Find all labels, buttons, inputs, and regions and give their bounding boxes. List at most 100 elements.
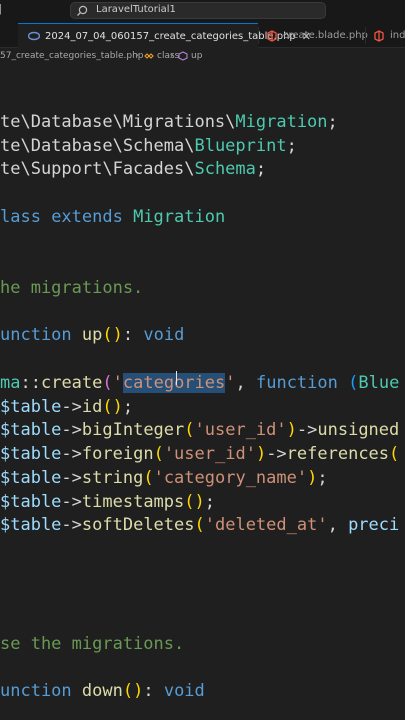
code-token: $table: [0, 444, 62, 464]
code-token: ->: [61, 420, 82, 440]
code-line: $table->string('category_name');: [0, 466, 328, 490]
code-token: references: [286, 444, 390, 464]
code-token: lass: [0, 207, 52, 227]
breadcrumb-file[interactable]: 57_create_categories_table.php: [0, 51, 143, 61]
text-cursor-icon: [176, 371, 184, 385]
code-token: Blueprint: [194, 136, 287, 156]
code-token: :: [122, 325, 144, 345]
breadcrumb-method[interactable]: up: [178, 51, 202, 61]
code-token: ,: [235, 373, 256, 393]
code-token: unsigned: [317, 420, 400, 440]
code-token: (: [102, 373, 113, 393]
code-token: (: [102, 325, 113, 345]
code-token: 'user_id': [163, 444, 256, 464]
code-token: (: [184, 420, 195, 440]
code-token: 'category_name': [153, 468, 308, 488]
chevron-right-icon: ›: [135, 50, 139, 61]
code-token: timestamps: [81, 492, 185, 512]
code-token: (: [153, 444, 164, 464]
code-token: create: [40, 373, 103, 393]
laravel-file-icon: [267, 29, 277, 42]
code-line: te\Support\Facades\Schema;: [0, 157, 266, 181]
code-token: ': [225, 373, 236, 393]
code-token: ': [112, 373, 123, 393]
code-line: $table->bigInteger('user_id')->unsigned: [0, 418, 399, 442]
code-token: ;: [286, 136, 297, 156]
code-token: 'user_id': [194, 420, 287, 440]
menu-edge[interactable]: ▏: [0, 4, 6, 16]
code-token: (: [348, 373, 359, 393]
code-token: string: [81, 468, 144, 488]
code-token: ): [133, 681, 144, 701]
breadcrumb-class[interactable]: class: [144, 51, 179, 61]
code-token: (: [194, 515, 205, 535]
code-token: preci: [348, 515, 400, 535]
workspace-name: LaravelTutorial1: [96, 4, 176, 15]
code-token: Blue: [358, 373, 400, 393]
breadcrumb-method-label: up: [191, 51, 203, 61]
code-line: te\Database\Migrations\Migration;: [0, 110, 338, 134]
code-token: ->: [61, 515, 82, 535]
code-token: ;: [255, 159, 267, 179]
code-token: up: [81, 325, 103, 345]
code-token: foreign: [81, 444, 154, 464]
code-token: :: [143, 681, 164, 701]
tab-label: inde: [390, 30, 405, 41]
code-token: id: [81, 397, 103, 417]
breadcrumb-class-label: class: [157, 51, 180, 61]
code-line: lass extends Migration: [0, 205, 225, 229]
method-icon: [178, 51, 188, 61]
code-token: $table: [0, 492, 62, 512]
code-token: ): [286, 420, 297, 440]
search-icon: [77, 5, 88, 16]
code-token: $table: [0, 420, 62, 440]
code-token: ->: [61, 468, 82, 488]
code-token: ->: [296, 420, 318, 440]
code-token: ;: [204, 492, 216, 512]
tab-index[interactable]: inde: [366, 23, 405, 48]
code-token: unction: [0, 325, 82, 345]
editor-scrollbar[interactable]: [397, 66, 405, 720]
code-line: unction down(): void: [0, 679, 205, 703]
code-line: te\Database\Schema\Blueprint;: [0, 134, 297, 158]
code-token: ): [194, 492, 205, 512]
code-token: ->: [266, 444, 287, 464]
tab-create-blade[interactable]: create.blade.php: [259, 23, 368, 48]
code-token: (: [143, 468, 154, 488]
code-token: Migration: [235, 112, 328, 132]
code-line: ma::create('categories', function (Blue: [0, 371, 399, 395]
code-token: softDeletes: [81, 515, 195, 535]
code-token: function: [255, 373, 349, 393]
breadcrumb: 57_create_categories_table.php › class ›…: [0, 48, 405, 66]
tab-create-categories-table[interactable]: 2024_07_04_060157_create_categories_tabl…: [18, 23, 311, 48]
code-token: ->: [61, 444, 82, 464]
code-token: void: [143, 325, 185, 345]
code-token: (: [184, 492, 195, 512]
code-token: void: [163, 681, 205, 701]
code-line: $table->timestamps();: [0, 490, 215, 514]
code-token: down: [81, 681, 123, 701]
tab-label: create.blade.php: [283, 30, 368, 41]
code-token: ): [307, 468, 318, 488]
breadcrumb-file-label: 57_create_categories_table.php: [0, 51, 144, 61]
chevron-right-icon: ›: [170, 50, 174, 61]
code-token: ;: [327, 112, 338, 132]
code-token: $table: [0, 515, 62, 535]
code-token: te\Support\Facades\: [0, 159, 195, 179]
code-token: extends: [51, 207, 134, 227]
code-token: (: [102, 397, 113, 417]
code-token: te\Database\Schema\: [0, 136, 195, 156]
code-line: $table->foreign('user_id')->references(: [0, 442, 399, 466]
code-token: ): [112, 325, 123, 345]
code-token: (: [122, 681, 134, 701]
code-token: 'deleted_at': [204, 515, 328, 535]
code-token: bigInteger: [81, 420, 185, 440]
selected-text: categories: [122, 373, 226, 393]
code-line: $table->softDeletes('deleted_at', preci: [0, 513, 399, 537]
title-bar: ▏ LaravelTutorial1: [0, 0, 405, 23]
command-center-search[interactable]: LaravelTutorial1: [70, 2, 326, 19]
code-line: unction up(): void: [0, 323, 184, 347]
code-editor[interactable]: te\Database\Migrations\Migration; te\Dat…: [0, 66, 405, 720]
code-token: ->: [61, 397, 82, 417]
code-comment: he migrations.: [0, 278, 144, 298]
